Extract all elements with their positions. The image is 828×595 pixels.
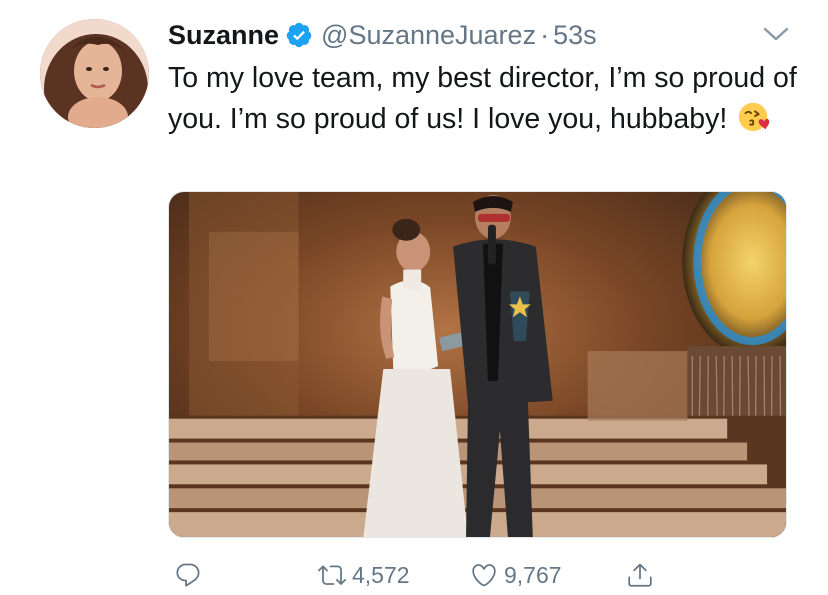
like-button[interactable]: 9,767 <box>470 557 562 593</box>
kissing-face-with-heart-emoji-icon <box>739 102 770 132</box>
reply-icon <box>176 563 200 587</box>
reply-button[interactable] <box>174 557 202 593</box>
tweet-photo[interactable] <box>168 191 787 538</box>
verified-badge-icon <box>286 22 312 48</box>
display-name[interactable]: Suzanne <box>168 20 279 51</box>
photo-image <box>169 192 786 537</box>
user-handle[interactable]: @SuzanneJuarez <box>321 20 536 51</box>
avatar[interactable] <box>40 19 149 128</box>
chevron-down-icon[interactable] <box>762 24 790 44</box>
retweet-count: 4,572 <box>352 561 410 588</box>
tweet-actions: 4,572 9,767 <box>168 557 728 593</box>
share-button[interactable] <box>626 557 654 593</box>
timestamp[interactable]: 53s <box>553 20 597 51</box>
separator-dot: · <box>540 19 550 50</box>
tweet-text: To my love team, my best director, I’m s… <box>168 62 797 135</box>
heart-icon <box>472 564 496 587</box>
retweet-button[interactable]: 4,572 <box>318 557 410 593</box>
tweet-header: Suzanne @SuzanneJuarez · 53s <box>168 16 597 54</box>
like-count: 9,767 <box>504 561 562 588</box>
retweet-icon <box>318 565 346 585</box>
share-icon <box>628 563 652 587</box>
avatar-image <box>40 19 149 128</box>
tweet-body: To my love team, my best director, I’m s… <box>168 58 798 140</box>
tweet[interactable]: Suzanne @SuzanneJuarez · 53s To my love … <box>0 0 828 595</box>
